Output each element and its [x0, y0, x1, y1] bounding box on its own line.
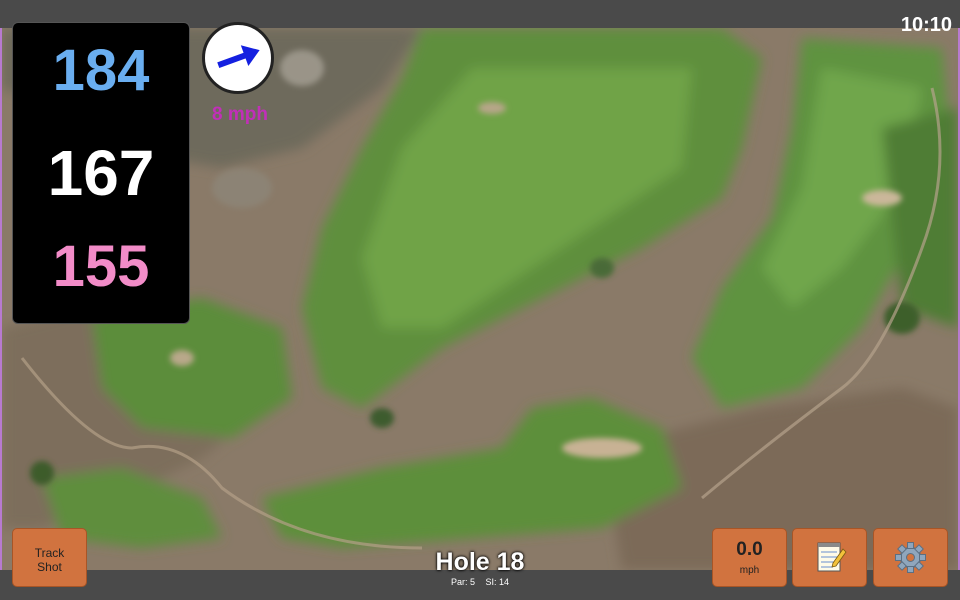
hole-title: Hole 18 [435, 548, 525, 576]
back-distance: 184 [52, 38, 150, 103]
notes-button[interactable] [792, 528, 867, 587]
speed-button[interactable]: 0.0 mph [712, 528, 787, 587]
clock: 10:10 [900, 14, 952, 36]
track-shot-label-line2: Shot [37, 560, 62, 574]
track-shot-label-line1: Track [34, 546, 65, 560]
front-distance: 155 [52, 234, 150, 299]
wind-speed-label: 8 mph [212, 104, 268, 125]
par-label: Par: 5 [450, 577, 475, 587]
stroke-index-label: SI: 14 [485, 577, 510, 587]
wind-direction-dial [202, 22, 274, 94]
gear-icon [895, 542, 926, 573]
distance-panel: 184 167 155 [12, 22, 190, 324]
speed-unit: mph [739, 565, 760, 576]
notepad-icon [817, 542, 847, 572]
hole-info: Par: 5 SI: 14 [380, 577, 580, 587]
middle-distance: 167 [47, 137, 155, 209]
wind-arrow-icon [217, 45, 260, 69]
speed-value: 0.0 [736, 539, 763, 560]
track-shot-button[interactable]: Track Shot [12, 528, 87, 587]
settings-button[interactable] [873, 528, 948, 587]
